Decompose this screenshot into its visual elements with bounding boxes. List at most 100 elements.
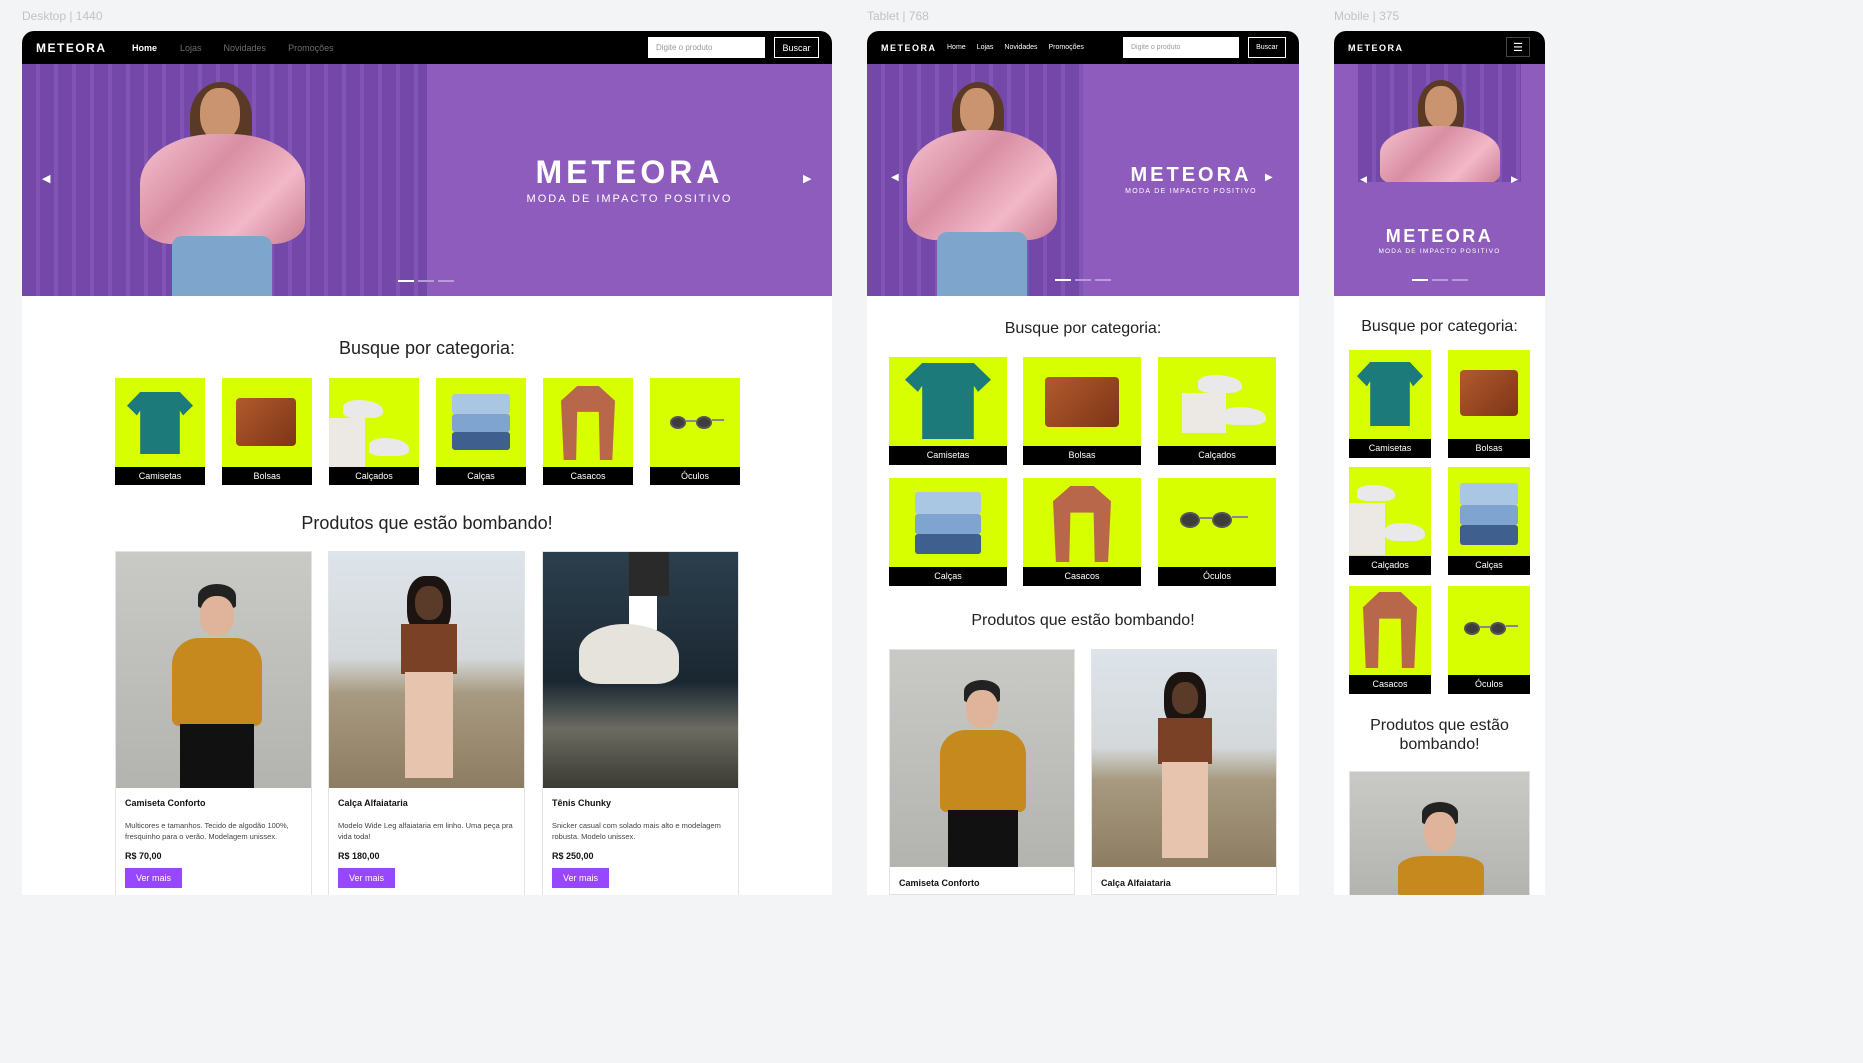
hero-next-arrow-icon[interactable]: ▶ (1265, 172, 1273, 183)
product-image[interactable] (329, 552, 524, 788)
category-label: Calças (1448, 556, 1530, 575)
category-label: Bolsas (1448, 439, 1530, 458)
hero-dot[interactable] (1412, 279, 1428, 281)
hero-dot[interactable] (1432, 279, 1448, 281)
products-title: Produtos que estão bombando! (971, 612, 1195, 629)
logo[interactable]: METEORA (36, 41, 132, 55)
category-oculos[interactable]: Óculos (650, 378, 740, 485)
category-calcas[interactable]: Calças (436, 378, 526, 485)
hero-tagline: MODA DE IMPACTO POSITIVO (526, 193, 733, 205)
products-title: Produtos que estão bombando! (301, 513, 553, 533)
category-label: Calças (436, 467, 526, 485)
hero-prev-arrow-icon[interactable]: ◀ (1360, 174, 1367, 185)
nav-promocoes[interactable]: Promoções (1049, 44, 1084, 51)
category-label: Calças (889, 567, 1007, 586)
hero-dot[interactable] (418, 280, 434, 282)
category-calcados[interactable]: Calçados (329, 378, 419, 485)
hero-dot[interactable] (1095, 279, 1111, 281)
nav-home[interactable]: Home (947, 44, 966, 51)
hero-tagline: MODA DE IMPACTO POSITIVO (1378, 248, 1501, 255)
category-label: Calçados (329, 467, 419, 485)
category-casacos[interactable]: Casacos (543, 378, 633, 485)
product-image[interactable] (890, 650, 1074, 867)
category-label: Bolsas (1023, 446, 1141, 465)
desktop-frame: METEORA Home Lojas Novidades Promoções D… (22, 31, 832, 895)
hero-dot[interactable] (1452, 279, 1468, 281)
hero-next-arrow-icon[interactable]: ▶ (1511, 174, 1518, 185)
category-bolsas[interactable]: Bolsas (1023, 357, 1141, 465)
product-price: R$ 70,00 (125, 851, 162, 861)
category-label: Casacos (543, 467, 633, 485)
hero-dot[interactable] (1075, 279, 1091, 281)
hero-dot[interactable] (1055, 279, 1071, 281)
categories-title: Busque por categoria: (338, 338, 516, 358)
search-input[interactable]: Digite o produto (648, 37, 765, 58)
mobile-frame: METEORA ☰ ◀ ▶ METEORA MODA DE IMPACTO PO… (1334, 31, 1545, 895)
hero-dot[interactable] (438, 280, 454, 282)
hero-tagline: MODA DE IMPACTO POSITIVO (1125, 188, 1257, 195)
product-image[interactable] (1350, 772, 1529, 895)
product-card: Camiseta Conforto Multicores e tamanhos.… (115, 551, 312, 895)
product-image[interactable] (116, 552, 311, 788)
category-casacos[interactable]: Casacos (1023, 478, 1141, 586)
hero-next-arrow-icon[interactable]: ▶ (803, 172, 811, 185)
category-label: Calçados (1158, 446, 1276, 465)
hamburger-menu-icon[interactable]: ☰ (1506, 37, 1530, 57)
hero-banner: ◀ ▶ METEORA MODA DE IMPACTO POSITIVO (1334, 64, 1545, 296)
hero-banner: METEORA MODA DE IMPACTO POSITIVO ◀ ▶ (867, 64, 1299, 296)
product-name: Camiseta Conforto (899, 878, 980, 888)
category-camisetas[interactable]: Camisetas (1349, 350, 1431, 458)
hero-banner: METEORA MODA DE IMPACTO POSITIVO ◀ ▶ (22, 64, 832, 296)
product-price: R$ 250,00 (552, 851, 594, 861)
hero-photo (1358, 64, 1521, 182)
nav-lojas[interactable]: Lojas (180, 43, 202, 53)
category-oculos[interactable]: Óculos (1158, 478, 1276, 586)
nav-novidades[interactable]: Novidades (224, 43, 267, 53)
ver-mais-button[interactable]: Ver mais (338, 868, 395, 888)
nav-lojas[interactable]: Lojas (977, 44, 994, 51)
ver-mais-button[interactable]: Ver mais (125, 868, 182, 888)
hero-prev-arrow-icon[interactable]: ◀ (42, 172, 50, 185)
ver-mais-button[interactable]: Ver mais (552, 868, 609, 888)
product-description: Modelo Wide Leg alfaiataria em linho. Um… (338, 821, 513, 841)
category-label: Óculos (650, 467, 740, 485)
desktop-label: Desktop | 1440 (22, 9, 103, 23)
category-calcados[interactable]: Calçados (1349, 467, 1431, 575)
product-card: Tênis Chunky Snicker casual com solado m… (542, 551, 739, 895)
category-bolsas[interactable]: Bolsas (222, 378, 312, 485)
category-calcas[interactable]: Calças (1448, 467, 1530, 575)
hero-logo: METEORA (535, 154, 724, 190)
navbar: METEORA Home Lojas Novidades Promoções D… (22, 31, 832, 64)
products-title-line: Produtos que estão (1370, 717, 1509, 734)
product-image[interactable] (543, 552, 738, 788)
category-calcas[interactable]: Calças (889, 478, 1007, 586)
search-button[interactable]: Buscar (774, 37, 819, 58)
search-button[interactable]: Buscar (1248, 37, 1286, 58)
product-name: Tênis Chunky (552, 798, 612, 808)
hero-dots (398, 280, 454, 282)
logo[interactable]: METEORA (881, 43, 947, 53)
category-oculos[interactable]: Óculos (1448, 586, 1530, 694)
product-image[interactable] (1092, 650, 1276, 867)
product-name: Calça Alfaiataria (338, 798, 408, 808)
nav-novidades[interactable]: Novidades (1004, 44, 1037, 51)
category-casacos[interactable]: Casacos (1349, 586, 1431, 694)
nav-home[interactable]: Home (132, 43, 157, 53)
category-camisetas[interactable]: Camisetas (115, 378, 205, 485)
search-input[interactable]: Digite o produto (1123, 37, 1239, 58)
category-label: Calçados (1349, 556, 1431, 575)
category-label: Bolsas (222, 467, 312, 485)
hero-prev-arrow-icon[interactable]: ◀ (891, 172, 899, 183)
product-card: Calça Alfaiataria (1091, 649, 1277, 895)
category-calcados[interactable]: Calçados (1158, 357, 1276, 465)
category-camisetas[interactable]: Camisetas (889, 357, 1007, 465)
hero-brand: METEORA MODA DE IMPACTO POSITIVO (427, 154, 832, 205)
category-label: Óculos (1448, 675, 1530, 694)
tablet-frame: METEORA Home Lojas Novidades Promoções D… (867, 31, 1299, 895)
category-bolsas[interactable]: Bolsas (1448, 350, 1530, 458)
logo[interactable]: METEORA (1348, 43, 1404, 53)
category-label: Camisetas (1349, 439, 1431, 458)
category-label: Óculos (1158, 567, 1276, 586)
hero-dot[interactable] (398, 280, 414, 282)
nav-promocoes[interactable]: Promoções (288, 43, 334, 53)
